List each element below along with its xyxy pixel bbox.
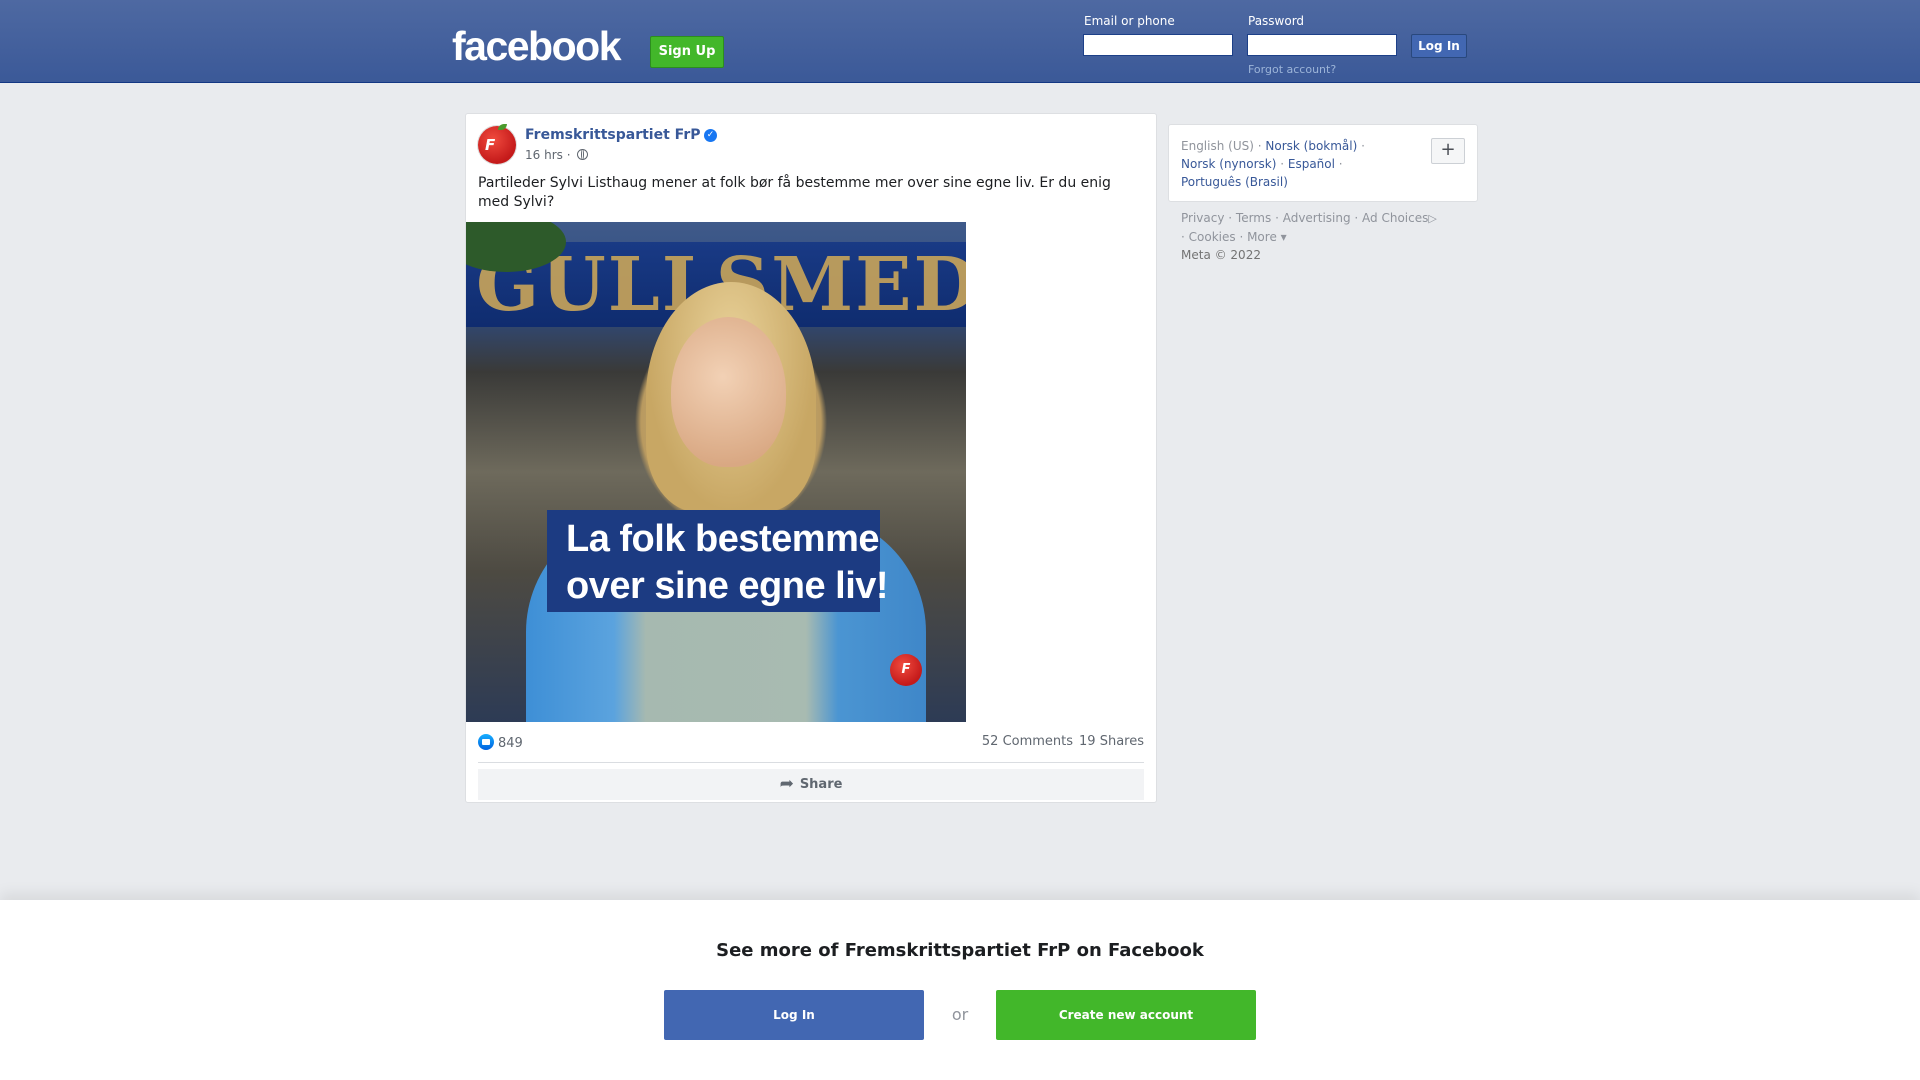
facebook-logo[interactable]: facebook <box>452 22 622 70</box>
share-button[interactable]: ➦ Share <box>478 769 1144 800</box>
banner-log-in-button[interactable]: Log In <box>664 990 924 1040</box>
password-label: Password <box>1248 14 1305 28</box>
verified-badge-icon: ✓ <box>704 129 717 142</box>
reaction-count[interactable]: 849 <box>478 734 523 751</box>
footer-link-advertising[interactable]: Advertising <box>1283 211 1351 225</box>
globe-icon <box>577 149 589 160</box>
footer-link-terms[interactable]: Terms <box>1236 211 1271 225</box>
language-portugues[interactable]: Português (Brasil) <box>1181 175 1288 189</box>
post-timestamp[interactable]: 16 hrs · <box>525 148 589 162</box>
create-account-button[interactable]: Create new account <box>996 990 1256 1040</box>
login-prompt-banner: See more of Fremskrittspartiet FrP on Fa… <box>0 900 1920 1080</box>
language-selector-card: English (US) · Norsk (bokmål) · Norsk (n… <box>1168 124 1478 202</box>
banner-title: See more of Fremskrittspartiet FrP on Fa… <box>716 940 1204 961</box>
engagement-counts: 52 Comments 19 Shares <box>982 734 1144 749</box>
share-arrow-icon: ➦ <box>779 774 794 794</box>
post-photo[interactable]: GULLSMED La folk bestemme over sine egne… <box>466 222 966 722</box>
or-separator: or <box>951 1005 969 1024</box>
page-avatar[interactable]: F <box>478 124 516 164</box>
slogan-line-1: La folk bestemme <box>566 518 880 560</box>
party-pin-icon: F <box>890 654 922 686</box>
post-card: F Fremskrittspartiet FrP ✓ 16 hrs · Part… <box>465 113 1157 803</box>
reaction-number: 849 <box>498 736 523 751</box>
ad-choices-icon: ▷ <box>1428 212 1437 225</box>
page-name-link[interactable]: Fremskrittspartiet FrP <box>525 127 700 143</box>
shares-count[interactable]: 19 Shares <box>1079 734 1144 749</box>
avatar-letter: F <box>485 136 496 154</box>
slogan-line-2: over sine egne liv! <box>566 565 889 607</box>
email-label: Email or phone <box>1084 14 1175 28</box>
copyright: Meta © 2022 <box>1181 248 1261 262</box>
footer-link-ad-choices[interactable]: Ad Choices <box>1362 211 1428 225</box>
post-time: 16 hrs · <box>525 148 571 162</box>
footer-link-cookies[interactable]: Cookies <box>1189 230 1236 244</box>
sign-up-button[interactable]: Sign Up <box>650 36 724 68</box>
footer-link-privacy[interactable]: Privacy <box>1181 211 1224 225</box>
slogan-text: La folk bestemme over sine egne liv! <box>566 516 889 610</box>
forgot-account-link[interactable]: Forgot account? <box>1248 63 1336 76</box>
share-label: Share <box>799 777 843 792</box>
divider <box>478 762 1144 763</box>
footer-link-more[interactable]: More <box>1247 230 1277 244</box>
like-icon <box>478 734 494 750</box>
language-norsk-bokmal[interactable]: Norsk (bokmål) <box>1265 139 1357 153</box>
footer-links: Privacy · Terms · Advertising · Ad Choic… <box>1181 211 1437 262</box>
comments-count[interactable]: 52 Comments <box>982 734 1073 749</box>
post-text: Partileder Sylvi Listhaug mener at folk … <box>478 175 1111 210</box>
language-list: English (US) · Norsk (bokmål) · Norsk (n… <box>1181 139 1365 189</box>
person-face <box>671 317 786 467</box>
caret-down-icon: ▾ <box>1276 230 1287 244</box>
log-in-button[interactable]: Log In <box>1411 34 1467 58</box>
language-norsk-nynorsk[interactable]: Norsk (nynorsk) <box>1181 157 1276 171</box>
language-espanol[interactable]: Español <box>1288 157 1335 171</box>
password-field[interactable] <box>1247 34 1397 56</box>
top-navigation-bar: facebook Sign Up Email or phone Password… <box>0 0 1920 83</box>
apple-leaf-icon <box>498 124 507 130</box>
email-field[interactable] <box>1083 34 1233 56</box>
language-current: English (US) <box>1181 139 1254 153</box>
more-languages-button[interactable]: + <box>1431 138 1465 164</box>
